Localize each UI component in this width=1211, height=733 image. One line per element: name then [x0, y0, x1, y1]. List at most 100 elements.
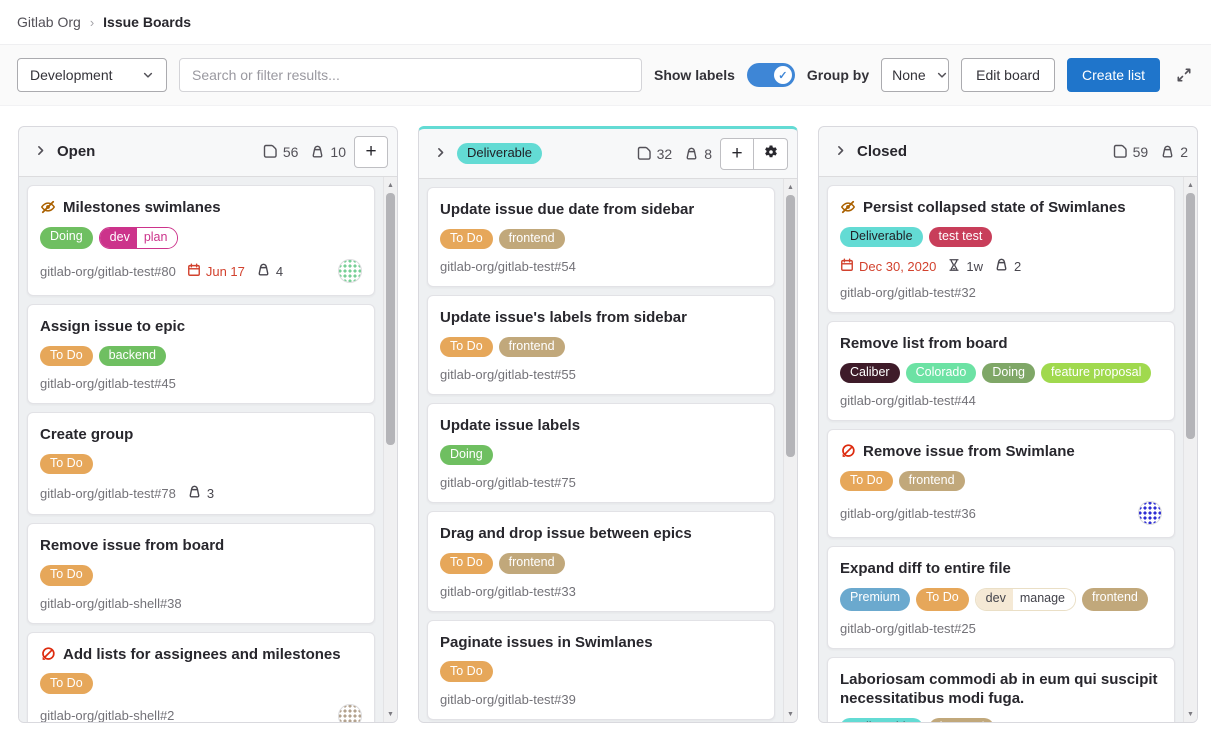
issue-card[interactable]: Persist collapsed state of Swimlanes Deli…	[827, 185, 1175, 313]
label-caliber[interactable]: Caliber	[840, 363, 900, 384]
label-test-test[interactable]: test test	[929, 227, 993, 248]
issue-card[interactable]: Assign issue to epicTo Dobackendgitlab-o…	[27, 304, 375, 404]
search-input[interactable]	[179, 58, 642, 92]
issue-card[interactable]: Drag and drop issue between epics To Do fr…	[427, 511, 775, 611]
issue-title[interactable]: Laboriosam commodi ab in eum qui suscipi…	[840, 670, 1162, 709]
show-labels-toggle[interactable]: ✓	[747, 63, 795, 87]
list-scrollbar[interactable]: ▲▼	[383, 177, 397, 722]
label-frontend[interactable]: frontend	[1082, 588, 1148, 611]
board-switcher-dropdown[interactable]: Development	[17, 58, 167, 92]
issue-weight-text: 3	[207, 486, 214, 501]
label-to-do[interactable]: To Do	[440, 553, 493, 574]
issue-card[interactable]: Expand diff to entire file Premium To Do de…	[827, 546, 1175, 648]
list-scrollbar[interactable]: ▲▼	[1183, 177, 1197, 722]
label-feature-proposal[interactable]: feature proposal	[1041, 363, 1151, 384]
label-backend[interactable]: backend	[99, 346, 166, 367]
maximize-icon[interactable]	[1174, 65, 1194, 85]
label-doing[interactable]: Doing	[440, 445, 493, 466]
issue-title[interactable]: Expand diff to entire file	[840, 559, 1011, 579]
issue-title[interactable]: Remove issue from board	[40, 536, 224, 556]
issue-reference: gitlab-org/gitlab-shell#38	[40, 596, 182, 611]
issues-icon	[637, 146, 652, 161]
label-frontend[interactable]: frontend	[499, 553, 565, 574]
issue-title[interactable]: Remove issue from Swimlane	[863, 442, 1075, 462]
label-doing[interactable]: Doing	[40, 227, 93, 250]
label-to-do[interactable]: To Do	[40, 454, 93, 475]
issue-title[interactable]: Remove list from board	[840, 334, 1008, 354]
create-list-button[interactable]: Create list	[1067, 58, 1160, 92]
label-to-do[interactable]: To Do	[840, 471, 893, 492]
scrollbar-thumb[interactable]	[786, 195, 795, 457]
label-frontend[interactable]: frontend	[499, 229, 565, 250]
label-to-do[interactable]: To Do	[440, 337, 493, 358]
add-issue-button[interactable]: +	[720, 138, 754, 170]
label-to-do[interactable]: To Do	[916, 588, 969, 611]
label-premium[interactable]: Premium	[840, 588, 910, 611]
scroll-up-arrow[interactable]: ▲	[384, 178, 397, 192]
issue-title[interactable]: Update issue's labels from sidebar	[440, 308, 687, 328]
label-colorado[interactable]: Colorado	[906, 363, 977, 384]
issue-title[interactable]: Update issue labels	[440, 416, 580, 436]
issue-board: Open5610+Milestones swimlanesDoingdevpla…	[0, 106, 1211, 733]
issue-weight-text: 4	[276, 264, 283, 279]
issue-card[interactable]: Paginate issues in Swimlanes To Do gitlab-…	[427, 620, 775, 720]
issue-footer: gitlab-org/gitlab-test#39	[440, 692, 762, 707]
issue-card[interactable]: Remove issue from board To Do gitlab-org/g…	[27, 523, 375, 623]
issue-card[interactable]: Create groupTo Dogitlab-org/gitlab-test#…	[27, 412, 375, 515]
issue-title[interactable]: Add lists for assignees and milestones	[63, 645, 341, 665]
scoped-label-dev-manage[interactable]: devmanage	[975, 588, 1076, 611]
issue-footer: gitlab-org/gitlab-test#54	[440, 259, 762, 274]
list-settings-button[interactable]	[754, 138, 788, 170]
scroll-down-arrow[interactable]: ▼	[784, 707, 797, 721]
issue-card[interactable]: Update issue labelsDoinggitlab-org/gitla…	[427, 403, 775, 503]
issue-title[interactable]: Milestones swimlanes	[63, 198, 221, 218]
issues-icon	[1113, 144, 1128, 159]
issue-title[interactable]: Paginate issues in Swimlanes	[440, 633, 653, 653]
issue-card[interactable]: Remove list from board Caliber ColoradoDoi…	[827, 321, 1175, 421]
scroll-down-arrow[interactable]: ▼	[384, 707, 397, 721]
issue-reference: gitlab-org/gitlab-test#36	[840, 506, 976, 521]
issue-title[interactable]: Assign issue to epic	[40, 317, 185, 337]
edit-board-button[interactable]: Edit board	[961, 58, 1055, 92]
scoped-label-dev-plan[interactable]: devplan	[99, 227, 179, 250]
group-by-dropdown[interactable]: None	[881, 58, 949, 92]
label-frontend[interactable]: frontend	[929, 718, 995, 723]
collapse-list-button[interactable]	[32, 142, 49, 162]
label-frontend[interactable]: frontend	[499, 337, 565, 358]
calendar-icon	[187, 263, 201, 280]
issue-card[interactable]: Laboriosam commodi ab in eum qui suscipi…	[827, 657, 1175, 723]
collapse-list-button[interactable]	[432, 144, 449, 164]
breadcrumb-parent-link[interactable]: Gitlab Org	[17, 14, 81, 30]
issue-card[interactable]: Milestones swimlanesDoingdevplangitlab-o…	[27, 185, 375, 296]
collapse-list-button[interactable]	[832, 142, 849, 162]
list-scrollbar[interactable]: ▲▼	[783, 179, 797, 722]
issue-labels: To Do frontend	[440, 553, 762, 574]
scroll-down-arrow[interactable]: ▼	[1184, 707, 1197, 721]
label-deliverable[interactable]: Deliverable	[840, 227, 923, 248]
issue-title[interactable]: Drag and drop issue between epics	[440, 524, 692, 544]
label-to-do[interactable]: To Do	[40, 565, 93, 586]
label-doing[interactable]: Doing	[982, 363, 1035, 384]
issue-card[interactable]: Remove issue from Swimlane To Do frontend g…	[827, 429, 1175, 538]
issue-count: 59	[1133, 144, 1149, 160]
label-to-do[interactable]: To Do	[440, 661, 493, 682]
issue-title[interactable]: Persist collapsed state of Swimlanes	[863, 198, 1126, 218]
issue-labels: Caliber ColoradoDoing feature proposal	[840, 363, 1162, 384]
label-deliverable[interactable]: Deliverable	[840, 718, 923, 723]
label-to-do[interactable]: To Do	[40, 673, 93, 694]
label-frontend[interactable]: frontend	[899, 471, 965, 492]
label-to-do[interactable]: To Do	[440, 229, 493, 250]
scrollbar-thumb[interactable]	[386, 193, 395, 445]
scroll-up-arrow[interactable]: ▲	[784, 180, 797, 194]
scroll-up-arrow[interactable]: ▲	[1184, 178, 1197, 192]
issue-card[interactable]: Update issue due date from sidebar To Do f…	[427, 187, 775, 287]
add-issue-button[interactable]: +	[354, 136, 388, 168]
issue-title[interactable]: Create group	[40, 425, 133, 445]
issue-reference: gitlab-org/gitlab-test#25	[840, 621, 976, 636]
issue-card[interactable]: Update issue's labels from sidebar To Do f…	[427, 295, 775, 395]
scrollbar-thumb[interactable]	[1186, 193, 1195, 439]
list-header-deliverable: Deliverable328+	[419, 129, 797, 179]
issue-card[interactable]: Add lists for assignees and milestones To…	[27, 632, 375, 723]
label-to-do[interactable]: To Do	[40, 346, 93, 367]
issue-title[interactable]: Update issue due date from sidebar	[440, 200, 694, 220]
